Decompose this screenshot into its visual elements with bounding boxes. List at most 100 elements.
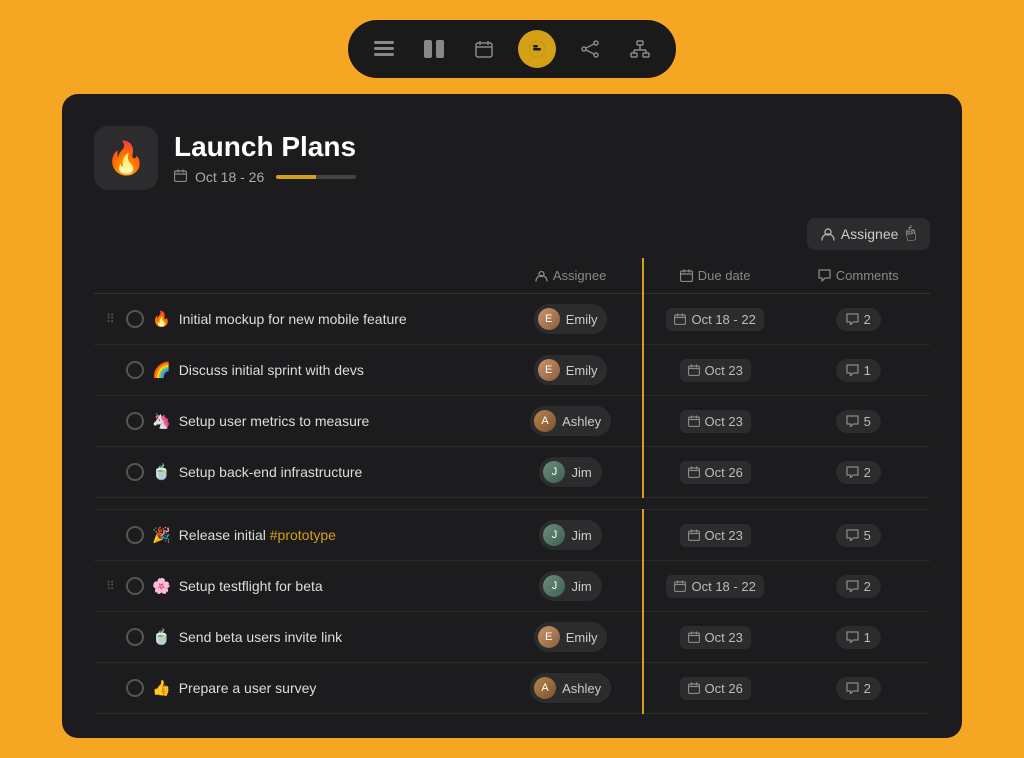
duedate-chip[interactable]: Oct 26: [680, 461, 751, 484]
task-table-body: ⠿🔥Initial mockup for new mobile feature E…: [94, 294, 930, 714]
comment-badge[interactable]: 5: [836, 410, 881, 433]
drag-handle-icon[interactable]: ⠿: [106, 312, 118, 326]
list-view-icon[interactable]: [368, 33, 400, 65]
comments-column-header: Comments: [786, 258, 930, 294]
duedate-cell: Oct 23: [643, 612, 787, 663]
duedate-chip[interactable]: Oct 23: [680, 410, 751, 433]
task-text: Release initial #prototype: [179, 527, 336, 543]
task-emoji: 🍵: [152, 628, 171, 646]
task-checkbox[interactable]: [126, 679, 144, 697]
task-emoji: 🎉: [152, 526, 171, 544]
comments-cell: 5: [786, 396, 930, 447]
task-text: Prepare a user survey: [179, 680, 317, 696]
project-info: Launch Plans Oct 18 - 26: [174, 131, 356, 185]
comment-count: 1: [864, 363, 871, 378]
comment-badge[interactable]: 2: [836, 677, 881, 700]
table-row: ⠿🔥Initial mockup for new mobile feature E…: [94, 294, 930, 345]
assignee-chip[interactable]: JJim: [539, 457, 601, 487]
table-row: ⠿👍Prepare a user surveyAAshleyOct 262: [94, 663, 930, 714]
duedate-chip[interactable]: Oct 23: [680, 626, 751, 649]
assignee-cell: JJim: [499, 561, 643, 612]
timeline-view-icon[interactable]: [518, 30, 556, 68]
comments-cell: 2: [786, 561, 930, 612]
avatar: E: [538, 626, 560, 648]
duedate-chip[interactable]: Oct 18 - 22: [666, 308, 763, 331]
comment-count: 5: [864, 528, 871, 543]
comment-icon: [846, 313, 859, 325]
drag-handle-icon[interactable]: ⠿: [106, 579, 118, 593]
comment-badge[interactable]: 2: [836, 575, 881, 598]
task-name-wrap: ⠿🌸Setup testflight for beta: [106, 577, 487, 595]
view-toolbar: [348, 20, 676, 78]
task-checkbox[interactable]: [126, 310, 144, 328]
cal-icon: [688, 364, 700, 376]
assignee-chip[interactable]: EEmily: [534, 304, 608, 334]
assignee-chip[interactable]: EEmily: [534, 355, 608, 385]
task-table: Assignee Due date: [94, 258, 930, 714]
duedate-text: Oct 18 - 22: [691, 312, 755, 327]
task-checkbox[interactable]: [126, 526, 144, 544]
cal-icon: [688, 466, 700, 478]
comment-icon: [846, 682, 859, 694]
comment-count: 2: [864, 465, 871, 480]
task-checkbox[interactable]: [126, 412, 144, 430]
task-name-cell: ⠿🍵Send beta users invite link: [94, 612, 499, 663]
duedate-text: Oct 23: [705, 528, 743, 543]
project-dates: Oct 18 - 26: [174, 169, 356, 185]
share-icon[interactable]: [574, 33, 606, 65]
task-checkbox[interactable]: [126, 361, 144, 379]
task-emoji: 🌸: [152, 577, 171, 595]
comment-badge[interactable]: 1: [836, 626, 881, 649]
calendar-date-icon: [174, 169, 187, 185]
assignee-chip[interactable]: AAshley: [530, 673, 611, 703]
comment-count: 5: [864, 414, 871, 429]
comment-badge[interactable]: 2: [836, 308, 881, 331]
duedate-chip[interactable]: Oct 18 - 22: [666, 575, 763, 598]
assignee-cell: EEmily: [499, 345, 643, 396]
duedate-text: Oct 23: [705, 363, 743, 378]
assignee-name: Jim: [571, 465, 591, 480]
task-name-cell: ⠿🔥Initial mockup for new mobile feature: [94, 294, 499, 345]
task-emoji: 👍: [152, 679, 171, 697]
assignee-name: Jim: [571, 528, 591, 543]
assignee-chip[interactable]: AAshley: [530, 406, 611, 436]
comment-icon: [846, 631, 859, 643]
duedate-chip[interactable]: Oct 23: [680, 524, 751, 547]
task-column-header: [94, 258, 499, 294]
duedate-chip[interactable]: Oct 26: [680, 677, 751, 700]
task-text: Setup back-end infrastructure: [179, 464, 363, 480]
table-row: ⠿🌸Setup testflight for betaJJimOct 18 - …: [94, 561, 930, 612]
task-checkbox[interactable]: [126, 628, 144, 646]
task-text: Send beta users invite link: [179, 629, 342, 645]
progress-bar: [276, 175, 356, 179]
table-row: ⠿🍵Setup back-end infrastructure JJim Oct 2…: [94, 447, 930, 498]
task-name-wrap: ⠿🍵Send beta users invite link: [106, 628, 487, 646]
comment-badge[interactable]: 2: [836, 461, 881, 484]
assignee-filter-button[interactable]: Assignee 🖱: [807, 218, 930, 250]
comment-badge[interactable]: 1: [836, 359, 881, 382]
task-name-cell: ⠿🍵Setup back-end infrastructure: [94, 447, 499, 498]
progress-empty: [316, 175, 356, 179]
project-header: 🔥 Launch Plans Oct 18 - 26: [94, 126, 930, 190]
task-name-cell: ⠿🎉Release initial #prototype: [94, 510, 499, 561]
board-view-icon[interactable]: [418, 33, 450, 65]
duedate-chip[interactable]: Oct 23: [680, 359, 751, 382]
task-emoji: 🌈: [152, 361, 171, 379]
duedate-cell: Oct 26: [643, 447, 787, 498]
task-checkbox[interactable]: [126, 463, 144, 481]
task-checkbox[interactable]: [126, 577, 144, 595]
hierarchy-icon[interactable]: [624, 33, 656, 65]
duedate-text: Oct 26: [705, 465, 743, 480]
comment-badge[interactable]: 5: [836, 524, 881, 547]
avatar: J: [543, 524, 565, 546]
duedate-text: Oct 26: [705, 681, 743, 696]
comments-header-label: Comments: [836, 268, 899, 283]
hashtag-link[interactable]: #prototype: [270, 527, 336, 543]
calendar-view-icon[interactable]: [468, 33, 500, 65]
assignee-chip[interactable]: JJim: [539, 571, 601, 601]
cal-icon: [688, 631, 700, 643]
comments-cell: 2: [786, 447, 930, 498]
assignee-chip[interactable]: EEmily: [534, 622, 608, 652]
assignee-chip[interactable]: J Jim: [539, 520, 601, 550]
duedate-column-header: Due date: [643, 258, 787, 294]
